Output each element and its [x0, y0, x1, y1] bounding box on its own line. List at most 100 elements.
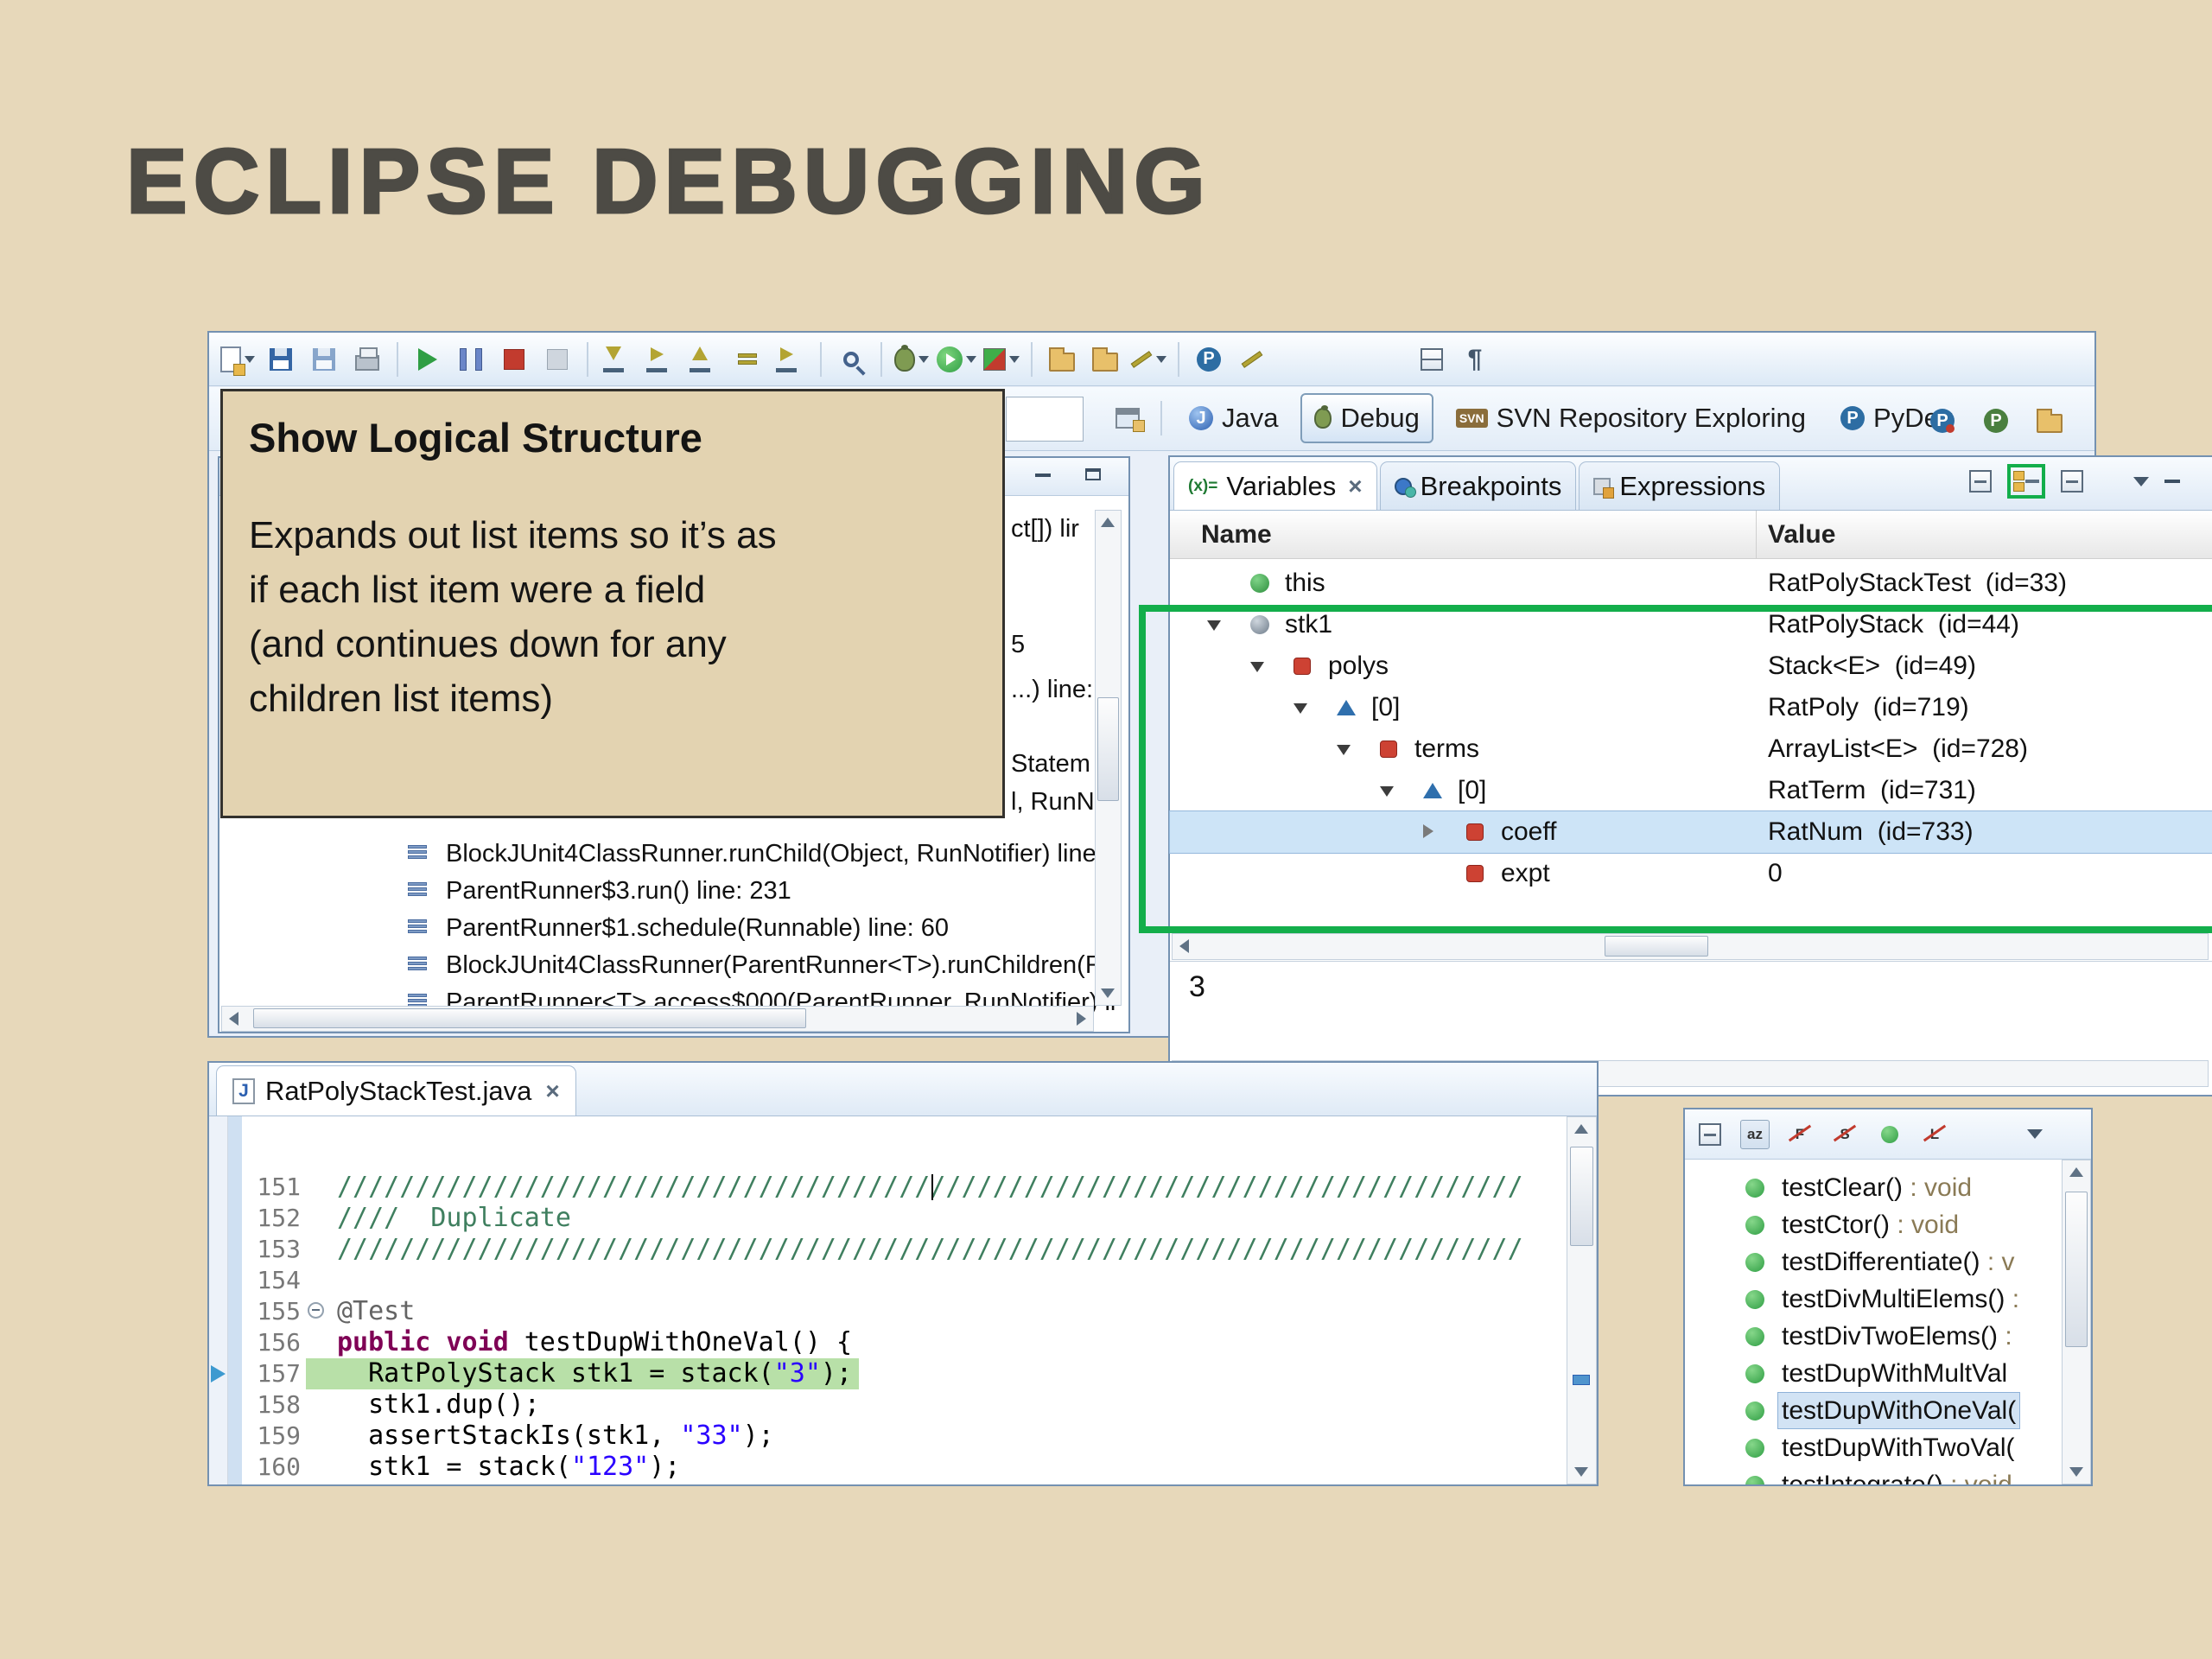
annotation-marker-icon[interactable]: [1573, 1375, 1590, 1385]
column-divider[interactable]: [1756, 511, 1757, 559]
save-all-button[interactable]: [306, 340, 342, 379]
collapsed-twistie-icon[interactable]: [1423, 824, 1433, 838]
collapse-all-button[interactable]: [1969, 470, 1992, 493]
line-number[interactable]: 153: [242, 1234, 301, 1265]
open-perspective-button[interactable]: [1109, 398, 1146, 438]
toolbar-field[interactable]: [1006, 397, 1084, 442]
variables-column-header[interactable]: Name Value: [1170, 511, 2212, 559]
layout-button[interactable]: [2061, 470, 2083, 493]
expanded-twistie-icon[interactable]: [1250, 662, 1264, 672]
stack-frame[interactable]: BlockJUnit4ClassRunner(ParentRunner<T>).…: [219, 947, 1128, 984]
resume-button[interactable]: [410, 340, 446, 379]
variable-row-expt[interactable]: expt 0: [1170, 853, 2212, 894]
stack-frame[interactable]: ParentRunner$3.run() line: 231: [219, 873, 1128, 910]
line-number[interactable]: 159: [242, 1421, 301, 1452]
sort-button[interactable]: az: [1740, 1120, 1770, 1149]
perspective-debug[interactable]: Debug: [1300, 393, 1433, 443]
stack-frame[interactable]: BlockJUnit4ClassRunner.runChild(Object, …: [219, 836, 1128, 873]
maximize-view-icon[interactable]: [1085, 468, 1101, 480]
external-tools-button[interactable]: [1130, 340, 1166, 379]
outline-vertical-scrollbar[interactable]: [2062, 1160, 2091, 1484]
search-button[interactable]: [833, 340, 869, 379]
line-number[interactable]: 152: [242, 1203, 301, 1234]
step-into-button[interactable]: [600, 345, 636, 374]
line-number[interactable]: 156: [242, 1327, 301, 1358]
step-over-button[interactable]: [643, 345, 679, 374]
show-logical-structure-button[interactable]: [2007, 464, 2045, 499]
pydev-debug-button[interactable]: P: [1924, 401, 1961, 441]
expanded-twistie-icon[interactable]: [1294, 703, 1307, 714]
code-editor[interactable]: 151 ////////////////////////////////////…: [209, 1116, 1597, 1484]
suspend-button[interactable]: [453, 340, 489, 379]
variable-name: this: [1285, 563, 1325, 604]
variable-row-polys[interactable]: polys Stack<E> (id=49): [1170, 645, 2212, 687]
line-number[interactable]: 160: [242, 1452, 301, 1483]
outline-item[interactable]: testDifferentiate() : v: [1685, 1244, 2091, 1281]
drop-to-frame-button[interactable]: [729, 340, 766, 379]
outline-item[interactable]: testClear() : void: [1685, 1170, 2091, 1207]
stack-frame[interactable]: ParentRunner$1.schedule(Runnable) line: …: [219, 910, 1128, 947]
variable-row-stk1[interactable]: stk1 RatPolyStack (id=44): [1170, 604, 2212, 645]
collapse-all-button[interactable]: [1695, 1120, 1725, 1149]
line-number[interactable]: 154: [242, 1265, 301, 1296]
line-number[interactable]: 158: [242, 1389, 301, 1421]
line-number[interactable]: 157: [242, 1358, 301, 1389]
perspective-java[interactable]: J Java: [1177, 393, 1290, 443]
outline-item[interactable]: testDivTwoElems() :: [1685, 1319, 2091, 1356]
expanded-twistie-icon[interactable]: [1380, 786, 1394, 797]
line-number[interactable]: 161: [242, 1483, 301, 1486]
variable-row-elem0[interactable]: [0] RatPoly (id=719): [1170, 687, 2212, 728]
variables-detail-pane[interactable]: 3: [1170, 961, 2212, 1060]
outline-item[interactable]: testDivMultiElems() :: [1685, 1281, 2091, 1319]
hide-static-button[interactable]: S: [1830, 1120, 1859, 1149]
print-button[interactable]: [349, 340, 385, 379]
pydev-browser-button[interactable]: P: [1978, 401, 2014, 441]
outline-item-selected[interactable]: testDupWithOneVal(: [1685, 1393, 2091, 1430]
run-menu-button[interactable]: [937, 340, 976, 379]
open-type-button[interactable]: [1234, 340, 1270, 379]
editor-tab[interactable]: J RatPolyStackTest.java ×: [216, 1065, 576, 1116]
terminate-button[interactable]: [496, 340, 532, 379]
variable-row-terms[interactable]: terms ArrayList<E> (id=728): [1170, 728, 2212, 770]
close-icon[interactable]: ×: [545, 1077, 559, 1105]
close-icon[interactable]: ×: [1348, 473, 1362, 500]
debug-horizontal-scrollbar[interactable]: [221, 1006, 1094, 1032]
perspective-svn[interactable]: SVN SVN Repository Exploring: [1444, 393, 1818, 443]
outline-item[interactable]: testDupWithTwoVal(: [1685, 1430, 2091, 1467]
line-number[interactable]: 155: [242, 1296, 301, 1327]
view-menu-button[interactable]: [2133, 477, 2149, 486]
outline-item[interactable]: testIntegrate() : void: [1685, 1467, 2091, 1486]
variable-row-coeff[interactable]: coeff RatNum (id=733): [1170, 811, 2212, 853]
variables-horizontal-scrollbar[interactable]: [1172, 933, 2209, 960]
editor-presentation-button[interactable]: [1414, 340, 1450, 379]
show-whitespace-button[interactable]: ¶: [1457, 340, 1493, 379]
pydev-package-button[interactable]: P: [1191, 340, 1227, 379]
package-explorer-button[interactable]: [2031, 401, 2068, 441]
variable-row-elem0-inner[interactable]: [0] RatTerm (id=731): [1170, 770, 2212, 811]
editor-vertical-scrollbar[interactable]: [1567, 1116, 1597, 1484]
step-return-button[interactable]: [686, 345, 722, 374]
line-number[interactable]: 151: [242, 1172, 301, 1203]
view-menu-button[interactable]: [2027, 1129, 2043, 1139]
coverage-menu-button[interactable]: [983, 340, 1020, 379]
disconnect-button[interactable]: [539, 340, 575, 379]
new-wizard-button[interactable]: [219, 340, 256, 379]
tab-breakpoints[interactable]: Breakpoints: [1380, 461, 1577, 510]
expanded-twistie-icon[interactable]: [1337, 745, 1351, 755]
save-button[interactable]: [263, 340, 299, 379]
hide-local-types-button[interactable]: L: [1920, 1120, 1949, 1149]
debug-vertical-scrollbar[interactable]: [1095, 510, 1122, 1006]
hide-fields-button[interactable]: F: [1785, 1120, 1815, 1149]
minimize-view-icon[interactable]: [2164, 480, 2180, 483]
minimize-view-icon[interactable]: [1035, 474, 1051, 477]
debug-menu-button[interactable]: [893, 340, 930, 379]
outline-item[interactable]: testDupWithMultVal: [1685, 1356, 2091, 1393]
outline-item[interactable]: testCtor() : void: [1685, 1207, 2091, 1244]
tab-expressions[interactable]: Expressions: [1579, 461, 1780, 510]
new-java-project-button[interactable]: [1044, 340, 1080, 379]
expanded-twistie-icon[interactable]: [1207, 620, 1221, 631]
open-resource-button[interactable]: [1087, 340, 1123, 379]
hide-nonpublic-button[interactable]: [1875, 1120, 1904, 1149]
variable-row-this[interactable]: this RatPolyStackTest (id=33): [1170, 563, 2212, 604]
tab-variables[interactable]: (x)= Variables ×: [1173, 461, 1377, 510]
